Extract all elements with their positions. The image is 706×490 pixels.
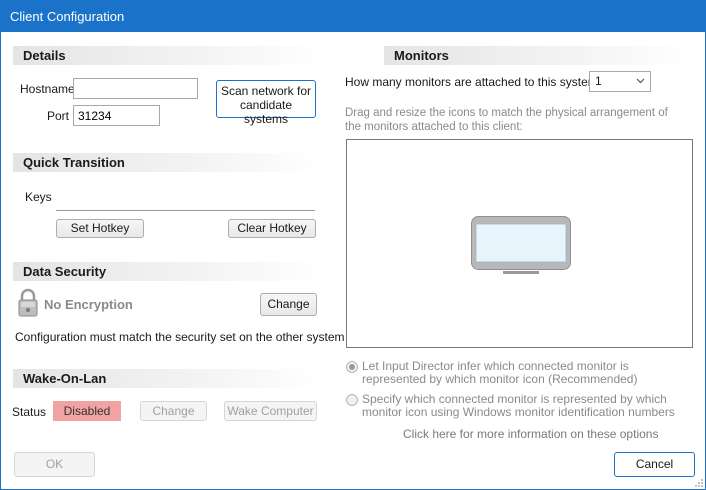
infer-monitor-radio[interactable]	[346, 361, 358, 373]
chevron-down-icon	[636, 78, 645, 84]
specify-monitor-radio[interactable]	[346, 394, 358, 406]
port-label: Port	[47, 109, 70, 123]
security-change-button[interactable]: Change	[260, 293, 317, 316]
wol-change-button[interactable]: Change	[140, 401, 207, 421]
wake-computer-button[interactable]: Wake Computer	[224, 401, 317, 421]
more-info-link[interactable]: Click here for more information on these…	[403, 427, 658, 441]
hostname-input[interactable]	[73, 78, 198, 99]
keys-field-underline	[56, 210, 315, 211]
details-header: Details	[13, 46, 321, 65]
port-input[interactable]	[73, 105, 160, 126]
scan-network-button[interactable]: Scan network for candidate systems	[216, 80, 316, 126]
padlock-icon	[18, 288, 38, 317]
keys-label: Keys	[25, 190, 52, 204]
monitor-count-select[interactable]: 1	[589, 71, 651, 92]
scan-button-line2: candidate systems	[239, 98, 293, 126]
hostname-label: Hostname	[20, 82, 75, 96]
option-infer-monitor[interactable]: Let Input Director infer which connected…	[346, 360, 691, 386]
ok-button[interactable]: OK	[14, 452, 95, 477]
monitor-1-icon[interactable]	[471, 216, 571, 276]
encryption-status: No Encryption	[44, 297, 133, 312]
wol-status-label: Status	[12, 405, 47, 419]
monitor-instructions: Drag and resize the icons to match the p…	[345, 107, 668, 133]
scan-button-line1: Scan network for	[220, 84, 312, 98]
set-hotkey-button[interactable]: Set Hotkey	[56, 219, 144, 238]
quick-transition-header: Quick Transition	[13, 153, 321, 172]
title-bar: Client Configuration	[1, 1, 705, 32]
monitor-arrangement-area	[346, 139, 693, 348]
infer-monitor-label: Let Input Director infer which connected…	[362, 359, 638, 386]
clear-hotkey-button[interactable]: Clear Hotkey	[228, 219, 316, 238]
client-configuration-window: Client Configuration Details Hostname Po…	[0, 0, 706, 490]
monitor-count-value: 1	[595, 74, 602, 88]
option-specify-monitor[interactable]: Specify which connected monitor is repre…	[346, 393, 691, 419]
cancel-button[interactable]: Cancel	[614, 452, 695, 477]
monitors-header: Monitors	[384, 46, 692, 65]
monitor-count-question: How many monitors are attached to this s…	[345, 75, 598, 89]
security-note: Configuration must match the security se…	[15, 330, 345, 344]
wol-status-badge: Disabled	[53, 401, 121, 421]
specify-monitor-label: Specify which connected monitor is repre…	[362, 392, 675, 419]
wake-on-lan-header: Wake-On-Lan	[13, 369, 321, 388]
resize-grip-icon[interactable]	[693, 477, 704, 488]
data-security-header: Data Security	[13, 262, 321, 281]
